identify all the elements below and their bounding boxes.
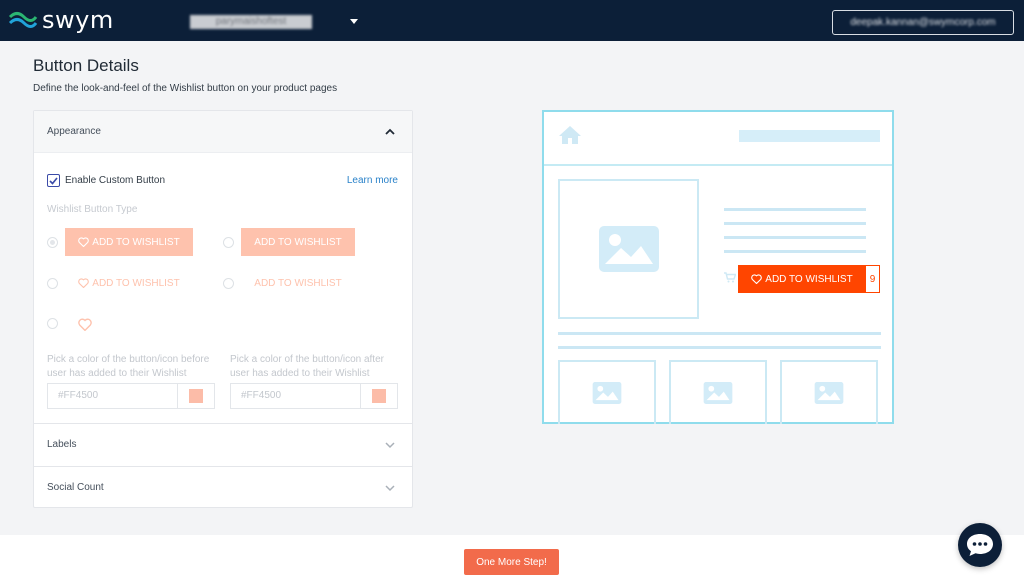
preview-wishlist-button[interactable]: ADD TO WISHLIST 9 bbox=[738, 265, 880, 293]
preview-thumbnail bbox=[780, 360, 878, 424]
caret-down-icon bbox=[350, 19, 358, 24]
button-type-option-label: ADD TO WISHLIST bbox=[92, 236, 180, 248]
preview-search-bar bbox=[739, 130, 880, 142]
preview-wishlist-label: ADD TO WISHLIST bbox=[765, 273, 853, 285]
button-type-option-label: ADD TO WISHLIST bbox=[254, 236, 342, 248]
user-account-button[interactable]: deepak.kannan@swymcorp.com bbox=[832, 10, 1014, 35]
learn-more-link[interactable]: Learn more bbox=[347, 175, 398, 186]
social-count-section-header[interactable]: Social Count bbox=[34, 466, 412, 508]
preview-thumbnail bbox=[669, 360, 767, 424]
color-before-swatch-button[interactable] bbox=[178, 384, 214, 408]
button-type-option-filled[interactable]: ADD TO WISHLIST bbox=[241, 228, 355, 256]
top-bar: swym parymaishoftest deepak.kannan@swymc… bbox=[0, 0, 1024, 41]
image-placeholder-icon bbox=[814, 382, 844, 404]
user-email: deepak.kannan@swymcorp.com bbox=[850, 17, 996, 28]
color-after-swatch-button[interactable] bbox=[361, 384, 397, 408]
color-before-input[interactable]: #FF4500 bbox=[48, 384, 178, 408]
home-icon bbox=[559, 126, 581, 144]
button-type-option-text[interactable]: ADD TO WISHLIST bbox=[241, 272, 355, 294]
button-type-option-filled-icon[interactable]: ADD TO WISHLIST bbox=[65, 228, 193, 256]
button-type-option-label: ADD TO WISHLIST bbox=[92, 277, 180, 289]
preview-text-line bbox=[724, 236, 866, 239]
enable-custom-button-label: Enable Custom Button bbox=[65, 175, 166, 186]
image-placeholder-icon bbox=[592, 382, 622, 404]
social-count-section-title: Social Count bbox=[47, 482, 104, 493]
chevron-down-icon bbox=[385, 442, 395, 449]
chevron-up-icon bbox=[385, 128, 395, 135]
color-after-label: Pick a color of the button/icon after us… bbox=[230, 354, 384, 379]
swym-logo[interactable]: swym bbox=[8, 5, 114, 35]
preview-wide-line bbox=[558, 332, 881, 335]
heart-icon bbox=[78, 237, 90, 247]
color-swatch bbox=[372, 389, 386, 403]
button-type-radio-2[interactable] bbox=[223, 237, 234, 248]
appearance-section-header[interactable]: Appearance bbox=[34, 111, 412, 153]
color-before-field: #FF4500 bbox=[47, 383, 215, 409]
heart-icon bbox=[77, 318, 92, 331]
button-type-radio-4[interactable] bbox=[223, 278, 234, 289]
appearance-section-title: Appearance bbox=[47, 126, 101, 137]
cart-icon bbox=[724, 272, 736, 283]
button-type-radio-1[interactable] bbox=[47, 237, 58, 248]
color-swatch bbox=[189, 389, 203, 403]
product-page-preview: ADD TO WISHLIST 9 bbox=[542, 110, 894, 424]
preview-product-image bbox=[558, 179, 699, 319]
enable-custom-button-row: Enable Custom Button bbox=[47, 174, 165, 187]
preview-header-divider bbox=[544, 164, 892, 166]
preview-wishlist-button-body: ADD TO WISHLIST bbox=[738, 265, 866, 293]
checkmark-icon bbox=[49, 176, 58, 185]
enable-custom-button-checkbox[interactable] bbox=[47, 174, 60, 187]
preview-thumbnail bbox=[558, 360, 656, 424]
wishlist-button-type-label: Wishlist Button Type bbox=[47, 204, 138, 215]
chevron-down-icon bbox=[385, 485, 395, 492]
button-type-option-text-icon[interactable]: ADD TO WISHLIST bbox=[65, 272, 193, 294]
page-title: Button Details bbox=[33, 56, 139, 75]
preview-text-line bbox=[724, 222, 866, 225]
image-placeholder-icon bbox=[598, 226, 659, 272]
button-type-option-label: ADD TO WISHLIST bbox=[254, 277, 342, 289]
button-type-radio-3[interactable] bbox=[47, 278, 58, 289]
logo-text: swym bbox=[42, 6, 114, 34]
swym-logo-icon bbox=[8, 12, 38, 28]
settings-panel: Appearance Enable Custom Button Learn mo… bbox=[33, 110, 413, 508]
one-more-step-button[interactable]: One More Step! bbox=[464, 549, 559, 575]
button-type-radio-5[interactable] bbox=[47, 318, 58, 329]
color-before-label: Pick a color of the button/icon before u… bbox=[47, 354, 210, 379]
store-selector[interactable]: parymaishoftest bbox=[190, 14, 358, 30]
chat-support-button[interactable] bbox=[958, 523, 1002, 567]
preview-text-line bbox=[724, 250, 866, 253]
chat-bubble-icon bbox=[967, 534, 993, 556]
page-subtitle: Define the look-and-feel of the Wishlist… bbox=[33, 83, 338, 94]
heart-icon bbox=[78, 278, 90, 288]
preview-wide-line bbox=[558, 346, 881, 349]
store-name: parymaishoftest bbox=[190, 15, 312, 29]
color-after-input[interactable]: #FF4500 bbox=[231, 384, 361, 408]
color-after-field: #FF4500 bbox=[230, 383, 398, 409]
preview-wishlist-count: 9 bbox=[866, 265, 880, 293]
preview-text-line bbox=[724, 208, 866, 211]
heart-icon bbox=[751, 274, 763, 284]
labels-section-header[interactable]: Labels bbox=[34, 423, 412, 465]
image-placeholder-icon bbox=[703, 382, 733, 404]
button-type-option-icon-only[interactable] bbox=[76, 314, 96, 334]
labels-section-title: Labels bbox=[47, 439, 77, 450]
